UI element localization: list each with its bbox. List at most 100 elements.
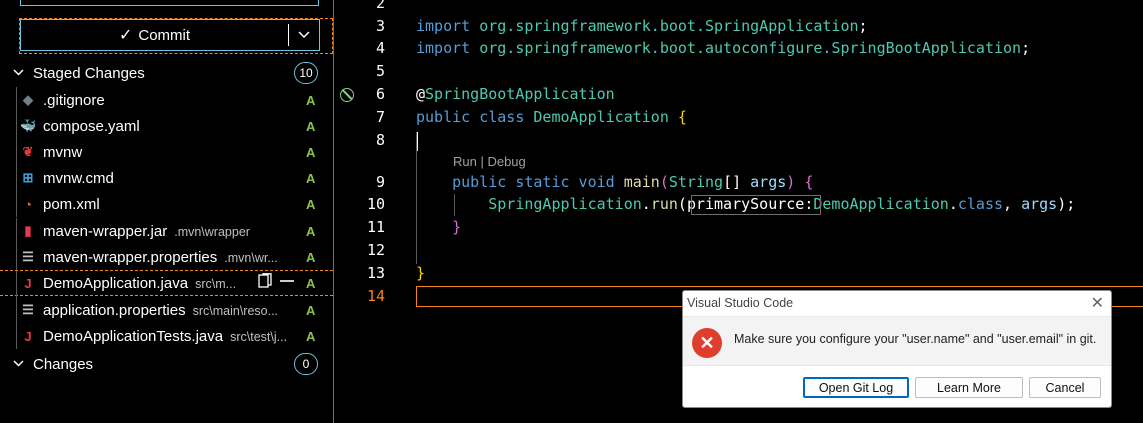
rss-icon: ◔ xyxy=(24,196,32,212)
chevron-down-icon xyxy=(11,358,25,370)
chevron-down-icon[interactable] xyxy=(289,31,319,39)
code-line[interactable]: 2 xyxy=(335,0,1143,14)
code-text: public class DemoApplication { xyxy=(416,106,687,128)
indent-guide xyxy=(454,194,455,216)
file-name: mvnw.cmd xyxy=(43,169,114,187)
file-row[interactable]: ☰ maven-wrapper.properties .mvn\wr... A xyxy=(0,244,333,270)
row-actions xyxy=(256,273,296,293)
brace: } xyxy=(452,218,462,236)
line-number: 2 xyxy=(375,0,385,12)
paren: ( xyxy=(677,195,687,213)
keyword: public class xyxy=(416,108,525,126)
code-line[interactable]: 11 } xyxy=(335,216,1143,238)
file-name: DemoApplicationTests.java xyxy=(43,327,224,345)
file-name-container: application.properties src\main\reso... xyxy=(43,302,278,319)
code-line[interactable]: 13} xyxy=(335,262,1143,284)
file-row[interactable]: J DemoApplicationTests.java src\test\j... A xyxy=(0,323,333,349)
file-row[interactable]: 🐳 compose.yaml A xyxy=(0,113,333,139)
commit-label: Commit xyxy=(138,26,191,44)
code-line[interactable]: 3 import org.springframework.boot.SpringA… xyxy=(335,15,1143,37)
package-name: org.springframework.boot.SpringApplicati… xyxy=(479,17,859,35)
status-added: A xyxy=(306,92,316,108)
tree-indent-guide xyxy=(16,165,17,191)
staged-changes-header[interactable]: Staged Changes 10 xyxy=(0,60,333,86)
file-path: src\m... xyxy=(195,276,237,291)
class-name: DemoApplication xyxy=(533,108,669,126)
indent-guide xyxy=(416,132,417,264)
code-line[interactable]: 12 xyxy=(335,239,1143,261)
checkmark-icon: ✓ xyxy=(118,27,133,44)
file-row[interactable]: ⊞ mvnw.cmd A xyxy=(0,165,333,191)
file-path: .mvn\wr... xyxy=(224,250,278,265)
tree-indent-guide xyxy=(16,297,17,323)
text-cursor xyxy=(417,132,418,151)
class-name: DemoApplication xyxy=(813,195,949,213)
codelens-run-debug[interactable]: Run | Debug xyxy=(453,154,526,169)
docker-icon: 🐳 xyxy=(20,118,37,133)
code-line[interactable]: 5 xyxy=(335,60,1143,82)
code-line[interactable]: 4 import org.springframework.boot.autocon… xyxy=(335,37,1143,59)
file-name-container: mvnw.cmd xyxy=(43,170,121,187)
tree-indent-guide xyxy=(16,139,17,165)
open-file-icon[interactable] xyxy=(256,273,274,293)
chevron-down-icon xyxy=(11,67,25,79)
code-line[interactable]: 7 public class DemoApplication { xyxy=(335,106,1143,128)
code-line[interactable]: 8 xyxy=(335,129,1143,151)
line-number: 3 xyxy=(375,17,385,35)
file-row[interactable]: ☰ application.properties src\main\reso... A xyxy=(0,297,333,323)
file-path: src\main\reso... xyxy=(192,303,279,318)
status-added: A xyxy=(306,275,316,291)
tree-indent-guide xyxy=(16,323,17,349)
file-path: src\test\j... xyxy=(230,329,288,344)
dialog-title: Visual Studio Code xyxy=(687,296,794,310)
parameter: args xyxy=(750,173,787,191)
keyword: import xyxy=(416,17,471,35)
file-path: .mvn\wrapper xyxy=(174,224,250,239)
line-number: 12 xyxy=(366,241,385,259)
cancel-button[interactable]: Cancel xyxy=(1029,377,1101,398)
keyword: public static void xyxy=(452,173,615,191)
file-name-container: .gitignore xyxy=(43,92,112,109)
line-number: 7 xyxy=(375,108,385,126)
tree-indent-guide xyxy=(16,218,17,244)
file-name-container: maven-wrapper.properties .mvn\wr... xyxy=(43,249,278,266)
annotation: SpringBootApplication xyxy=(425,85,615,103)
file-name-container: DemoApplicationTests.java src\test\j... xyxy=(43,328,287,345)
punctuation: . xyxy=(948,195,958,213)
commit-main-action[interactable]: ✓ Commit xyxy=(21,20,288,50)
file-row[interactable]: J DemoApplication.java src\m... A xyxy=(0,270,333,297)
file-row[interactable]: ❦ mvnw A xyxy=(0,139,333,165)
brace: } xyxy=(416,264,426,282)
file-name-container: compose.yaml xyxy=(43,118,147,135)
class-name: SpringApplication xyxy=(488,195,642,213)
unstage-icon[interactable] xyxy=(278,273,296,293)
file-name: pom.xml xyxy=(43,195,100,213)
line-number: 8 xyxy=(375,131,385,149)
commit-message-input[interactable] xyxy=(20,0,319,6)
properties-icon: ☰ xyxy=(22,249,34,264)
jar-icon: ▮ xyxy=(24,223,32,238)
code-text: import org.springframework.boot.SpringAp… xyxy=(416,15,868,37)
file-row[interactable]: ◔ pom.xml A xyxy=(0,191,333,217)
commit-button[interactable]: ✓ Commit xyxy=(20,19,320,51)
file-row[interactable]: ▮ maven-wrapper.jar .mvn\wrapper A xyxy=(0,218,333,244)
changes-header[interactable]: Changes 0 xyxy=(0,351,333,377)
status-added: A xyxy=(306,118,316,134)
close-icon[interactable]: ✕ xyxy=(1091,293,1104,313)
code-line[interactable]: 6 @SpringBootApplication xyxy=(335,83,1143,105)
tree-indent-guide xyxy=(16,113,17,139)
java-icon: J xyxy=(24,328,32,344)
open-git-log-button[interactable]: Open Git Log xyxy=(803,377,909,398)
no-entry-icon[interactable] xyxy=(340,88,354,102)
learn-more-button[interactable]: Learn More xyxy=(915,377,1023,398)
code-line[interactable]: 9 public static void main(String[] args)… xyxy=(335,171,1143,193)
code-text: public static void main(String[] args) { xyxy=(416,171,813,193)
brace: { xyxy=(804,173,814,191)
file-row[interactable]: ◆ .gitignore A xyxy=(0,87,333,113)
method-name: main xyxy=(623,173,660,191)
inlay-hint-box xyxy=(691,195,821,215)
tree-indent-guide xyxy=(16,191,17,217)
file-name: mvnw xyxy=(43,143,83,161)
status-added: A xyxy=(306,249,316,265)
file-name: maven-wrapper.jar xyxy=(43,222,168,240)
